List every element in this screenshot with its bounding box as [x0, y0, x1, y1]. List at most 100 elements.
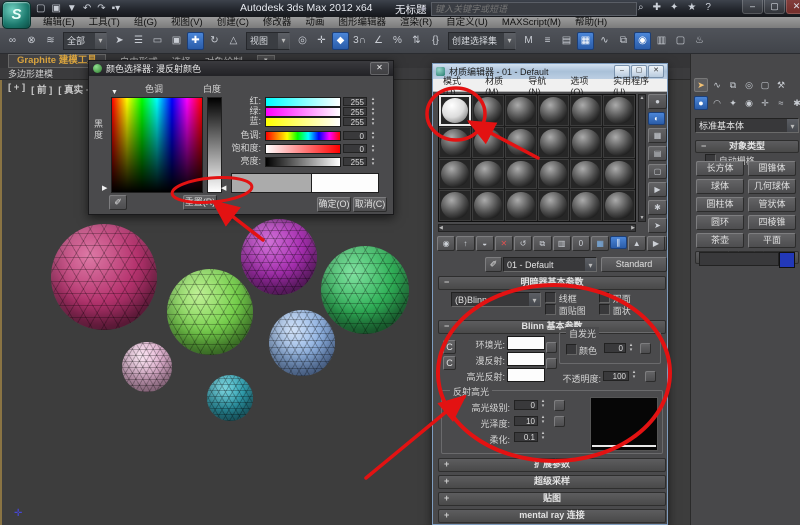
spinner-arrows[interactable]: ▴ ▾: [630, 370, 638, 382]
faceted-checkbox[interactable]: [599, 304, 610, 315]
hue-blackness-field[interactable]: [111, 97, 203, 193]
opacity-value[interactable]: 100: [603, 371, 629, 381]
material-sample-slot[interactable]: [537, 95, 570, 126]
menu-item-动画[interactable]: 动画: [298, 17, 331, 28]
slider-value[interactable]: 255: [343, 107, 367, 117]
chevron-down-icon[interactable]: ▾: [95, 32, 106, 49]
window-crossing-icon[interactable]: ▣: [168, 32, 185, 50]
material-sample-slot[interactable]: [570, 126, 603, 158]
slider-value[interactable]: 255: [343, 117, 367, 127]
shapes-category-icon[interactable]: ◠: [710, 96, 724, 110]
material-sample-slot[interactable]: [537, 190, 570, 221]
material-type-button[interactable]: Standard: [601, 257, 667, 272]
material-sample-slot[interactable]: [439, 158, 471, 190]
material-sample-slot[interactable]: [504, 95, 537, 126]
sphere-light-green[interactable]: [167, 269, 253, 355]
object-button-圆锥体[interactable]: 圆锥体: [748, 161, 796, 176]
slider-value[interactable]: 255: [343, 97, 367, 107]
slots-horizontal-scrollbar[interactable]: ◀ ▶: [438, 224, 636, 232]
slider-value[interactable]: 0: [343, 131, 367, 141]
get-material-icon[interactable]: ◉: [437, 236, 456, 251]
rollout-mental ray 连接[interactable]: + mental ray 连接: [438, 509, 666, 523]
specular-level-value[interactable]: 0: [514, 400, 538, 410]
mirror-icon[interactable]: M: [520, 32, 537, 50]
show-end-result-icon[interactable]: ∥: [610, 236, 627, 249]
material-sample-slot[interactable]: [570, 190, 603, 221]
rollout-贴图[interactable]: + 贴图: [438, 492, 666, 506]
object-type-rollout[interactable]: − 对象类型: [695, 140, 799, 153]
face-map-checkbox[interactable]: [545, 304, 556, 315]
object-name-field[interactable]: [699, 252, 779, 266]
menu-item-视图(V)[interactable]: 视图(V): [164, 17, 210, 28]
slider-track[interactable]: [265, 157, 341, 167]
minimize-button[interactable]: –: [742, 0, 763, 14]
cameras-category-icon[interactable]: ◉: [742, 96, 756, 110]
utilities-tab-icon[interactable]: ⚒: [774, 78, 788, 92]
save-file-icon[interactable]: ▼: [67, 3, 77, 14]
undo-icon[interactable]: ↶: [83, 3, 91, 14]
blackness-marker-icon[interactable]: ▶: [102, 184, 107, 192]
spinner-arrows[interactable]: ▴ ▾: [369, 157, 377, 168]
sample-uv-tiling-icon[interactable]: ▤: [648, 146, 667, 161]
select-and-manipulate-icon[interactable]: ✛: [313, 32, 330, 50]
object-button-圆柱体[interactable]: 圆柱体: [696, 197, 744, 212]
angle-snap-icon[interactable]: ∠: [370, 32, 387, 50]
specular-level-map-button[interactable]: [554, 400, 565, 411]
chevron-down-icon[interactable]: ▾: [529, 293, 540, 306]
hierarchy-tab-icon[interactable]: ⧉: [726, 78, 740, 92]
slider-track[interactable]: [265, 144, 341, 154]
put-material-to-scene-icon[interactable]: ↑: [456, 236, 475, 251]
material-sample-slot[interactable]: [439, 126, 471, 158]
material-sample-slot[interactable]: [603, 95, 635, 126]
viewport-nav-label[interactable]: [ + ]: [8, 82, 25, 96]
make-preview-icon[interactable]: ▶: [648, 182, 667, 197]
spinner-arrows[interactable]: ▴ ▾: [369, 117, 377, 128]
viewport-view-label[interactable]: [ 前 ]: [31, 82, 52, 96]
soften-value[interactable]: 0.1: [514, 432, 538, 442]
select-and-link-icon[interactable]: ∞: [4, 32, 21, 50]
chevron-down-icon[interactable]: ▾: [585, 258, 596, 271]
object-button-四棱锥[interactable]: 四棱锥: [748, 215, 796, 230]
menu-item-帮助(H)[interactable]: 帮助(H): [568, 17, 614, 28]
shader-type-dropdown[interactable]: (B)Blinn ▾: [451, 292, 541, 307]
material-sample-slot[interactable]: [471, 95, 504, 126]
menu-item-图形编辑器[interactable]: 图形编辑器: [331, 17, 393, 28]
video-color-check-icon[interactable]: ▢: [648, 164, 667, 179]
use-pivot-point-center-icon[interactable]: ◎: [294, 32, 311, 50]
help-icon[interactable]: ?: [705, 2, 711, 13]
chevron-down-icon[interactable]: ▾: [278, 32, 289, 49]
render-setup-icon[interactable]: ▥: [653, 32, 670, 50]
put-to-library-icon[interactable]: ▥: [552, 236, 571, 251]
opacity-map-button[interactable]: [645, 371, 656, 382]
material-sample-slot[interactable]: [603, 126, 635, 158]
hue-marker-icon[interactable]: ▼: [111, 89, 118, 96]
object-color-swatch[interactable]: [779, 252, 795, 268]
application-menu-button[interactable]: S: [2, 1, 31, 29]
material-sample-slot[interactable]: [471, 126, 504, 158]
align-icon[interactable]: ≡: [539, 32, 556, 50]
wire-checkbox[interactable]: [545, 292, 556, 303]
shader-basic-rollout[interactable]: − 明暗器基本参数: [438, 276, 666, 290]
spinner-snap-icon[interactable]: ⇅: [408, 32, 425, 50]
make-unique-icon[interactable]: ⧉: [533, 236, 552, 251]
two-sided-checkbox[interactable]: [599, 292, 610, 303]
geometry-category-icon[interactable]: ●: [694, 96, 708, 110]
slider-track[interactable]: [265, 117, 341, 127]
object-button-长方体[interactable]: 长方体: [696, 161, 744, 176]
object-button-平面[interactable]: 平面: [748, 233, 796, 248]
material-sample-slot[interactable]: [439, 95, 471, 126]
menu-item-自定义(U)[interactable]: 自定义(U): [439, 17, 495, 28]
menu-item-工具(T)[interactable]: 工具(T): [82, 17, 127, 28]
ok-button[interactable]: 确定(O): [317, 197, 351, 212]
curve-editor-icon[interactable]: ∿: [596, 32, 613, 50]
redo-icon[interactable]: ↷: [97, 3, 105, 14]
material-sample-slot[interactable]: [537, 158, 570, 190]
open-file-icon[interactable]: ▣: [51, 3, 60, 14]
go-to-parent-icon[interactable]: ▲: [627, 236, 646, 251]
select-by-material-icon[interactable]: ➤: [648, 218, 667, 233]
show-map-in-viewport-icon[interactable]: ▦: [591, 236, 610, 251]
material-sample-slot[interactable]: [603, 158, 635, 190]
material-sample-slot[interactable]: [537, 126, 570, 158]
chevron-down-icon[interactable]: ▾: [504, 32, 515, 49]
sphere-light-blue[interactable]: [269, 310, 335, 376]
